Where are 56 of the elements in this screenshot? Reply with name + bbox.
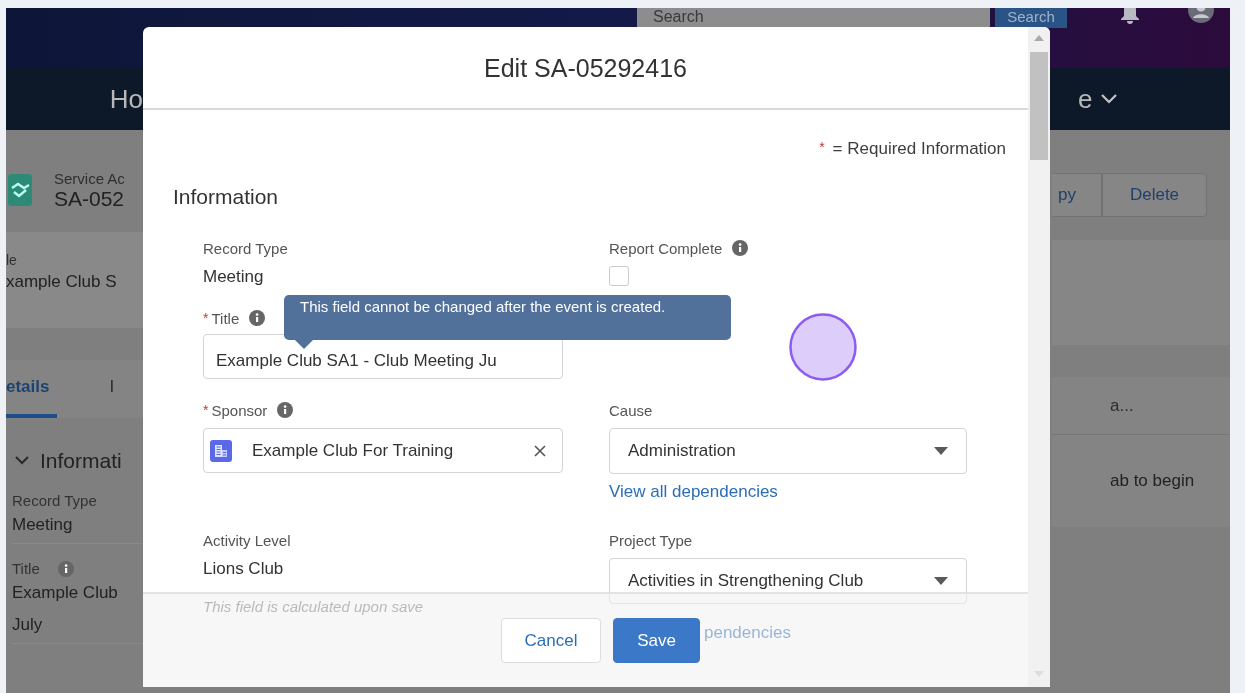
section-title: Informati xyxy=(40,449,122,473)
modal-title: Edit SA-05292416 xyxy=(484,53,687,83)
search-button[interactable]: Search xyxy=(995,8,1067,28)
field-value: xample Club S xyxy=(6,272,118,292)
required-asterisk: * xyxy=(203,310,209,326)
click-indicator xyxy=(789,313,857,381)
field-label: Title xyxy=(211,309,240,327)
nav-item[interactable]: e xyxy=(1078,83,1093,115)
pointer-tooltip xyxy=(295,340,313,349)
required-asterisk: * xyxy=(203,402,209,418)
field-label: Report Complete xyxy=(609,239,723,257)
field-value: Meeting xyxy=(12,514,74,536)
required-asterisk: * xyxy=(819,139,825,155)
object-label: Service Ac xyxy=(54,169,125,187)
field-label: Cause xyxy=(609,401,653,419)
cancel-button[interactable]: Cancel xyxy=(501,618,601,663)
dropdown-field[interactable]: Administration xyxy=(609,428,967,474)
scrollbar[interactable] xyxy=(1028,27,1050,687)
field-label: Sponsor xyxy=(211,401,268,419)
lookup-field[interactable]: Example Club For Training xyxy=(203,428,563,473)
bell-icon xyxy=(1120,8,1140,24)
field-label: Project Type xyxy=(609,531,693,549)
field-label: Title xyxy=(12,560,40,577)
tooltip: This field cannot be changed after the event is created. xyxy=(284,295,731,340)
required-note: = Required Information xyxy=(832,139,1006,159)
action-button[interactable]: py xyxy=(1052,173,1102,217)
action-button[interactable]: Delete xyxy=(1102,173,1207,217)
record-name: SA-052 xyxy=(54,186,125,211)
caret-down-icon xyxy=(934,447,948,455)
checkbox[interactable] xyxy=(609,266,629,286)
field-label: le xyxy=(6,252,18,268)
caret-down-icon xyxy=(934,577,948,585)
field-label: Record Type xyxy=(12,492,97,509)
field-label: Activity Level xyxy=(203,531,291,549)
close-icon xyxy=(534,444,546,457)
search-field[interactable]: Search xyxy=(637,8,990,28)
save-button[interactable]: Save xyxy=(613,618,700,663)
tab[interactable]: etails xyxy=(6,360,58,418)
field-value: Example Club xyxy=(12,582,119,604)
tab[interactable]: a... xyxy=(1052,395,1134,416)
dropdown-field[interactable]: Activities in Strengthening Club xyxy=(609,558,967,604)
section-header[interactable]: Informati xyxy=(14,446,143,476)
tab[interactable]: I xyxy=(109,360,115,418)
field-label: Record Type xyxy=(203,239,288,257)
field-value: July xyxy=(12,614,44,636)
field-value: Lions Club xyxy=(203,559,284,579)
field-value: Meeting xyxy=(203,267,264,287)
link[interactable]: View all dependencies xyxy=(609,482,778,502)
scrollbar-thumb[interactable] xyxy=(1030,52,1048,160)
help-text: This field is calculated upon save xyxy=(203,598,424,615)
section-title: Information xyxy=(173,185,280,209)
scroll-up-icon xyxy=(1034,35,1044,41)
message-text: ab to begin xyxy=(1109,471,1195,491)
chevron-down-icon xyxy=(1100,93,1119,105)
building-icon xyxy=(210,439,232,462)
nav-item[interactable]: Ho xyxy=(109,83,143,115)
